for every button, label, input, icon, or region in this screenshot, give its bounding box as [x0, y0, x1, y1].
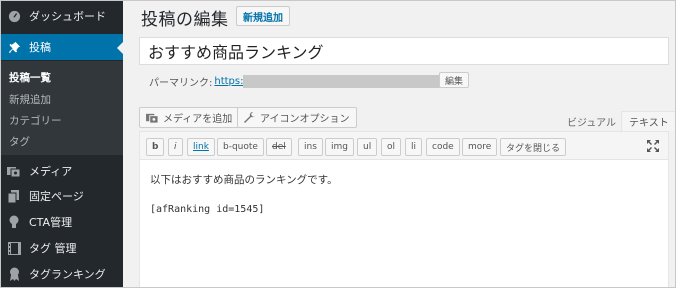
icon-option-button[interactable]: アイコンオプション — [237, 107, 357, 128]
submenu-item-add-new[interactable]: 新規追加 — [9, 92, 51, 107]
page-title: 投稿の編集 — [141, 10, 229, 30]
media-icon — [7, 164, 21, 178]
editor-area: b i link b-quote del ins img ul ol li co… — [139, 131, 669, 287]
editor-content-line: 以下はおすすめ商品のランキングです。 — [150, 174, 338, 186]
sidebar-item-posts[interactable]: 投稿 — [1, 34, 124, 60]
window-frame: ダッシュボード 投稿 投稿一覧 新規追加 カテゴリー タグ メディア 固定ページ… — [0, 0, 676, 288]
post-title-input[interactable]: おすすめ商品ランキング — [139, 37, 669, 65]
quicktag-close-tags-button[interactable]: タグを閉じる — [500, 138, 567, 156]
sidebar-item-label: メディア — [29, 165, 73, 178]
media-icon — [146, 112, 159, 124]
quicktag-del-button[interactable]: del — [266, 138, 292, 156]
quicktag-li-button[interactable]: li — [405, 138, 423, 156]
permalink-row: パーマリンク: https: — [149, 74, 456, 89]
submenu-item-tags[interactable]: タグ — [9, 134, 30, 149]
award-icon — [7, 267, 21, 281]
sidebar-item-dashboard[interactable]: ダッシュボード — [1, 3, 123, 29]
fullscreen-icon[interactable] — [646, 139, 660, 153]
sidebar-item-tag-ranking[interactable]: タグランキング — [1, 261, 123, 287]
quicktag-code-button[interactable]: code — [426, 138, 460, 156]
sidebar-item-media[interactable]: メディア — [1, 158, 123, 184]
tab-visual[interactable]: ビジュアル — [559, 111, 624, 131]
quicktag-ul-button[interactable]: ul — [357, 138, 378, 156]
add-media-label: メディアを追加 — [163, 114, 233, 125]
icon-option-label: アイコンオプション — [260, 114, 350, 125]
quicktag-more-button[interactable]: more — [462, 138, 498, 156]
lightbulb-icon — [7, 215, 21, 229]
main-content: 投稿の編集 新規追加 おすすめ商品ランキング パーマリンク: https: 編集… — [123, 1, 675, 287]
quicktag-link-button[interactable]: link — [187, 138, 215, 156]
permalink-link[interactable]: https: — [214, 76, 243, 87]
sidebar-item-label: 投稿 — [29, 41, 51, 54]
permalink-edit-button[interactable]: 編集 — [439, 72, 470, 88]
dashboard-icon — [7, 9, 21, 23]
submenu-item-categories[interactable]: カテゴリー — [9, 113, 62, 128]
quicktag-bquote-button[interactable]: b-quote — [217, 138, 264, 156]
sidebar-item-tags[interactable]: タグ 管理 — [1, 235, 123, 261]
sidebar-item-label: CTA管理 — [29, 216, 73, 229]
add-new-button[interactable]: 新規追加 — [236, 6, 290, 26]
sidebar-item-label: ダッシュボード — [29, 10, 106, 23]
editor-shortcode-line: [afRanking id=1545] — [150, 204, 265, 215]
pages-icon — [7, 189, 21, 203]
quicktags-toolbar: b i link b-quote del ins img ul ol li co… — [140, 132, 668, 160]
quicktag-img-button[interactable]: img — [325, 138, 354, 156]
add-media-button[interactable]: メディアを追加 — [139, 107, 240, 128]
film-icon — [7, 241, 21, 255]
sidebar-item-label: 固定ページ — [29, 190, 84, 203]
quicktag-bold-button[interactable]: b — [146, 138, 165, 156]
tab-text[interactable]: テキスト — [621, 111, 675, 131]
pin-icon — [7, 40, 21, 54]
submenu-item-all-posts[interactable]: 投稿一覧 — [9, 70, 51, 85]
sidebar-item-label: タグ 管理 — [29, 242, 77, 255]
sidebar-item-pages[interactable]: 固定ページ — [1, 183, 123, 209]
quicktag-italic-button[interactable]: i — [168, 138, 183, 156]
redacted-url — [243, 75, 456, 88]
sidebar-item-label: タグランキング — [29, 268, 106, 281]
quicktag-ins-button[interactable]: ins — [298, 138, 323, 156]
wrench-icon — [244, 111, 256, 124]
sidebar-item-cta[interactable]: CTA管理 — [1, 209, 123, 235]
quicktag-ol-button[interactable]: ol — [381, 138, 402, 156]
permalink-label: パーマリンク: — [149, 78, 213, 89]
admin-sidebar: ダッシュボード 投稿 投稿一覧 新規追加 カテゴリー タグ メディア 固定ページ… — [1, 1, 124, 287]
posts-submenu: 投稿一覧 新規追加 カテゴリー タグ — [1, 61, 123, 155]
